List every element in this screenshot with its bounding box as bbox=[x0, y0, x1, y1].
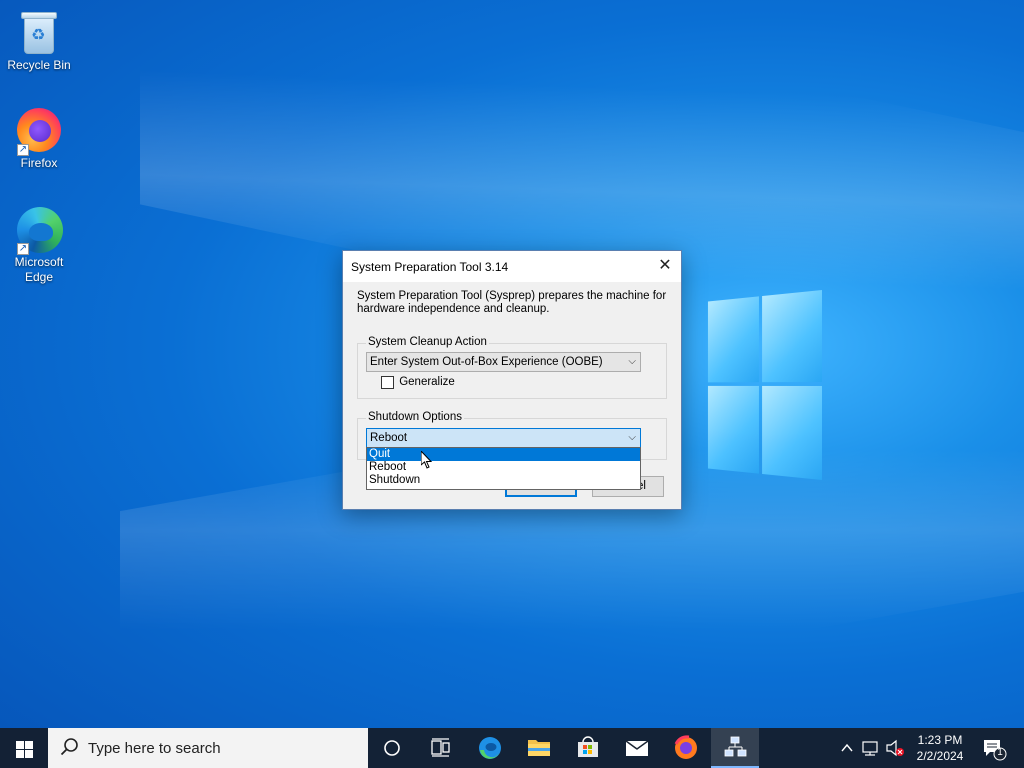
folder-icon bbox=[528, 740, 550, 756]
network-computers-icon bbox=[724, 736, 747, 757]
generalize-checkbox[interactable] bbox=[381, 376, 394, 389]
action-center-button[interactable]: 1 bbox=[978, 728, 1012, 768]
taskbar-firefox-button[interactable] bbox=[662, 728, 710, 768]
desktop-icon-recycle-bin[interactable]: ♻ Recycle Bin bbox=[4, 8, 74, 73]
shutdown-options-legend: Shutdown Options bbox=[366, 411, 464, 423]
chevron-up-icon bbox=[841, 743, 853, 752]
task-view-icon bbox=[431, 738, 450, 757]
shutdown-options-dropdown-list: Quit Reboot Shutdown bbox=[366, 447, 641, 490]
desktop-icon-label: Firefox bbox=[20, 156, 58, 170]
volume-muted-icon bbox=[886, 739, 904, 757]
firefox-icon: ↗ bbox=[15, 106, 63, 156]
cortana-button[interactable] bbox=[368, 728, 416, 768]
generalize-row[interactable]: Generalize bbox=[381, 376, 455, 390]
taskbar-edge-button[interactable] bbox=[466, 728, 514, 768]
shortcut-arrow-icon: ↗ bbox=[17, 243, 29, 255]
tray-overflow-button[interactable] bbox=[836, 728, 858, 768]
desktop-icon-firefox[interactable]: ↗ Firefox bbox=[4, 106, 74, 171]
search-icon bbox=[60, 738, 78, 756]
store-bag-icon bbox=[578, 736, 598, 757]
chevron-down-icon: ⌵ bbox=[628, 356, 636, 367]
shutdown-options-combobox[interactable]: Reboot ⌵ bbox=[366, 428, 641, 448]
desktop-icon-label: Recycle Bin bbox=[7, 58, 71, 72]
taskbar-file-explorer-button[interactable] bbox=[515, 728, 563, 768]
cleanup-action-combobox[interactable]: Enter System Out-of-Box Experience (OOBE… bbox=[366, 352, 641, 372]
dialog-title: System Preparation Tool 3.14 bbox=[351, 260, 509, 274]
network-icon bbox=[862, 741, 878, 756]
mail-icon bbox=[625, 740, 649, 756]
chevron-down-icon: ⌵ bbox=[628, 432, 636, 443]
taskbar-store-button[interactable] bbox=[564, 728, 612, 768]
windows-logo-icon bbox=[16, 741, 24, 749]
dropdown-option-quit[interactable]: Quit bbox=[367, 448, 640, 461]
notification-count-badge: 1 bbox=[997, 747, 1003, 758]
cleanup-action-legend: System Cleanup Action bbox=[366, 336, 489, 348]
shortcut-arrow-icon: ↗ bbox=[17, 144, 29, 156]
search-placeholder: Type here to search bbox=[88, 740, 221, 757]
start-button[interactable] bbox=[0, 728, 48, 768]
dropdown-option-shutdown[interactable]: Shutdown bbox=[367, 474, 640, 487]
firefox-icon bbox=[674, 735, 697, 759]
edge-icon: ↗ bbox=[15, 205, 63, 255]
taskbar: Type here to search 1:23 PM 2/2/2024 1 bbox=[0, 728, 1024, 768]
notification-icon bbox=[984, 740, 1007, 761]
desktop-icon-microsoft-edge[interactable]: ↗ Microsoft Edge bbox=[4, 205, 74, 285]
taskbar-clock[interactable]: 1:23 PM 2/2/2024 bbox=[904, 732, 976, 764]
tray-network-button[interactable] bbox=[859, 728, 883, 768]
desktop-icon-label: Microsoft Edge bbox=[14, 255, 64, 284]
edge-icon bbox=[479, 737, 501, 759]
dropdown-option-reboot[interactable]: Reboot bbox=[367, 461, 640, 474]
taskbar-sysprep-button[interactable] bbox=[711, 728, 759, 768]
recycle-bin-icon: ♻ bbox=[20, 10, 58, 56]
generalize-label: Generalize bbox=[399, 376, 455, 388]
taskbar-mail-button[interactable] bbox=[613, 728, 661, 768]
cortana-circle-icon bbox=[384, 740, 400, 756]
wallpaper-windows-logo bbox=[707, 290, 822, 480]
tray-volume-button[interactable] bbox=[884, 728, 906, 768]
shutdown-options-value: Reboot bbox=[370, 432, 408, 444]
dialog-description: System Preparation Tool (Sysprep) prepar… bbox=[357, 290, 667, 315]
task-view-button[interactable] bbox=[416, 728, 464, 768]
dialog-titlebar[interactable]: System Preparation Tool 3.14 ✕ bbox=[343, 251, 681, 282]
clock-date: 2/2/2024 bbox=[916, 749, 964, 763]
sysprep-dialog: System Preparation Tool 3.14 ✕ System Pr… bbox=[342, 250, 682, 510]
cleanup-action-value: Enter System Out-of-Box Experience (OOBE… bbox=[370, 356, 603, 368]
clock-time: 1:23 PM bbox=[917, 733, 963, 747]
mouse-cursor-icon bbox=[421, 451, 433, 469]
close-icon[interactable]: ✕ bbox=[649, 251, 681, 282]
taskbar-search-box[interactable]: Type here to search bbox=[48, 728, 368, 768]
